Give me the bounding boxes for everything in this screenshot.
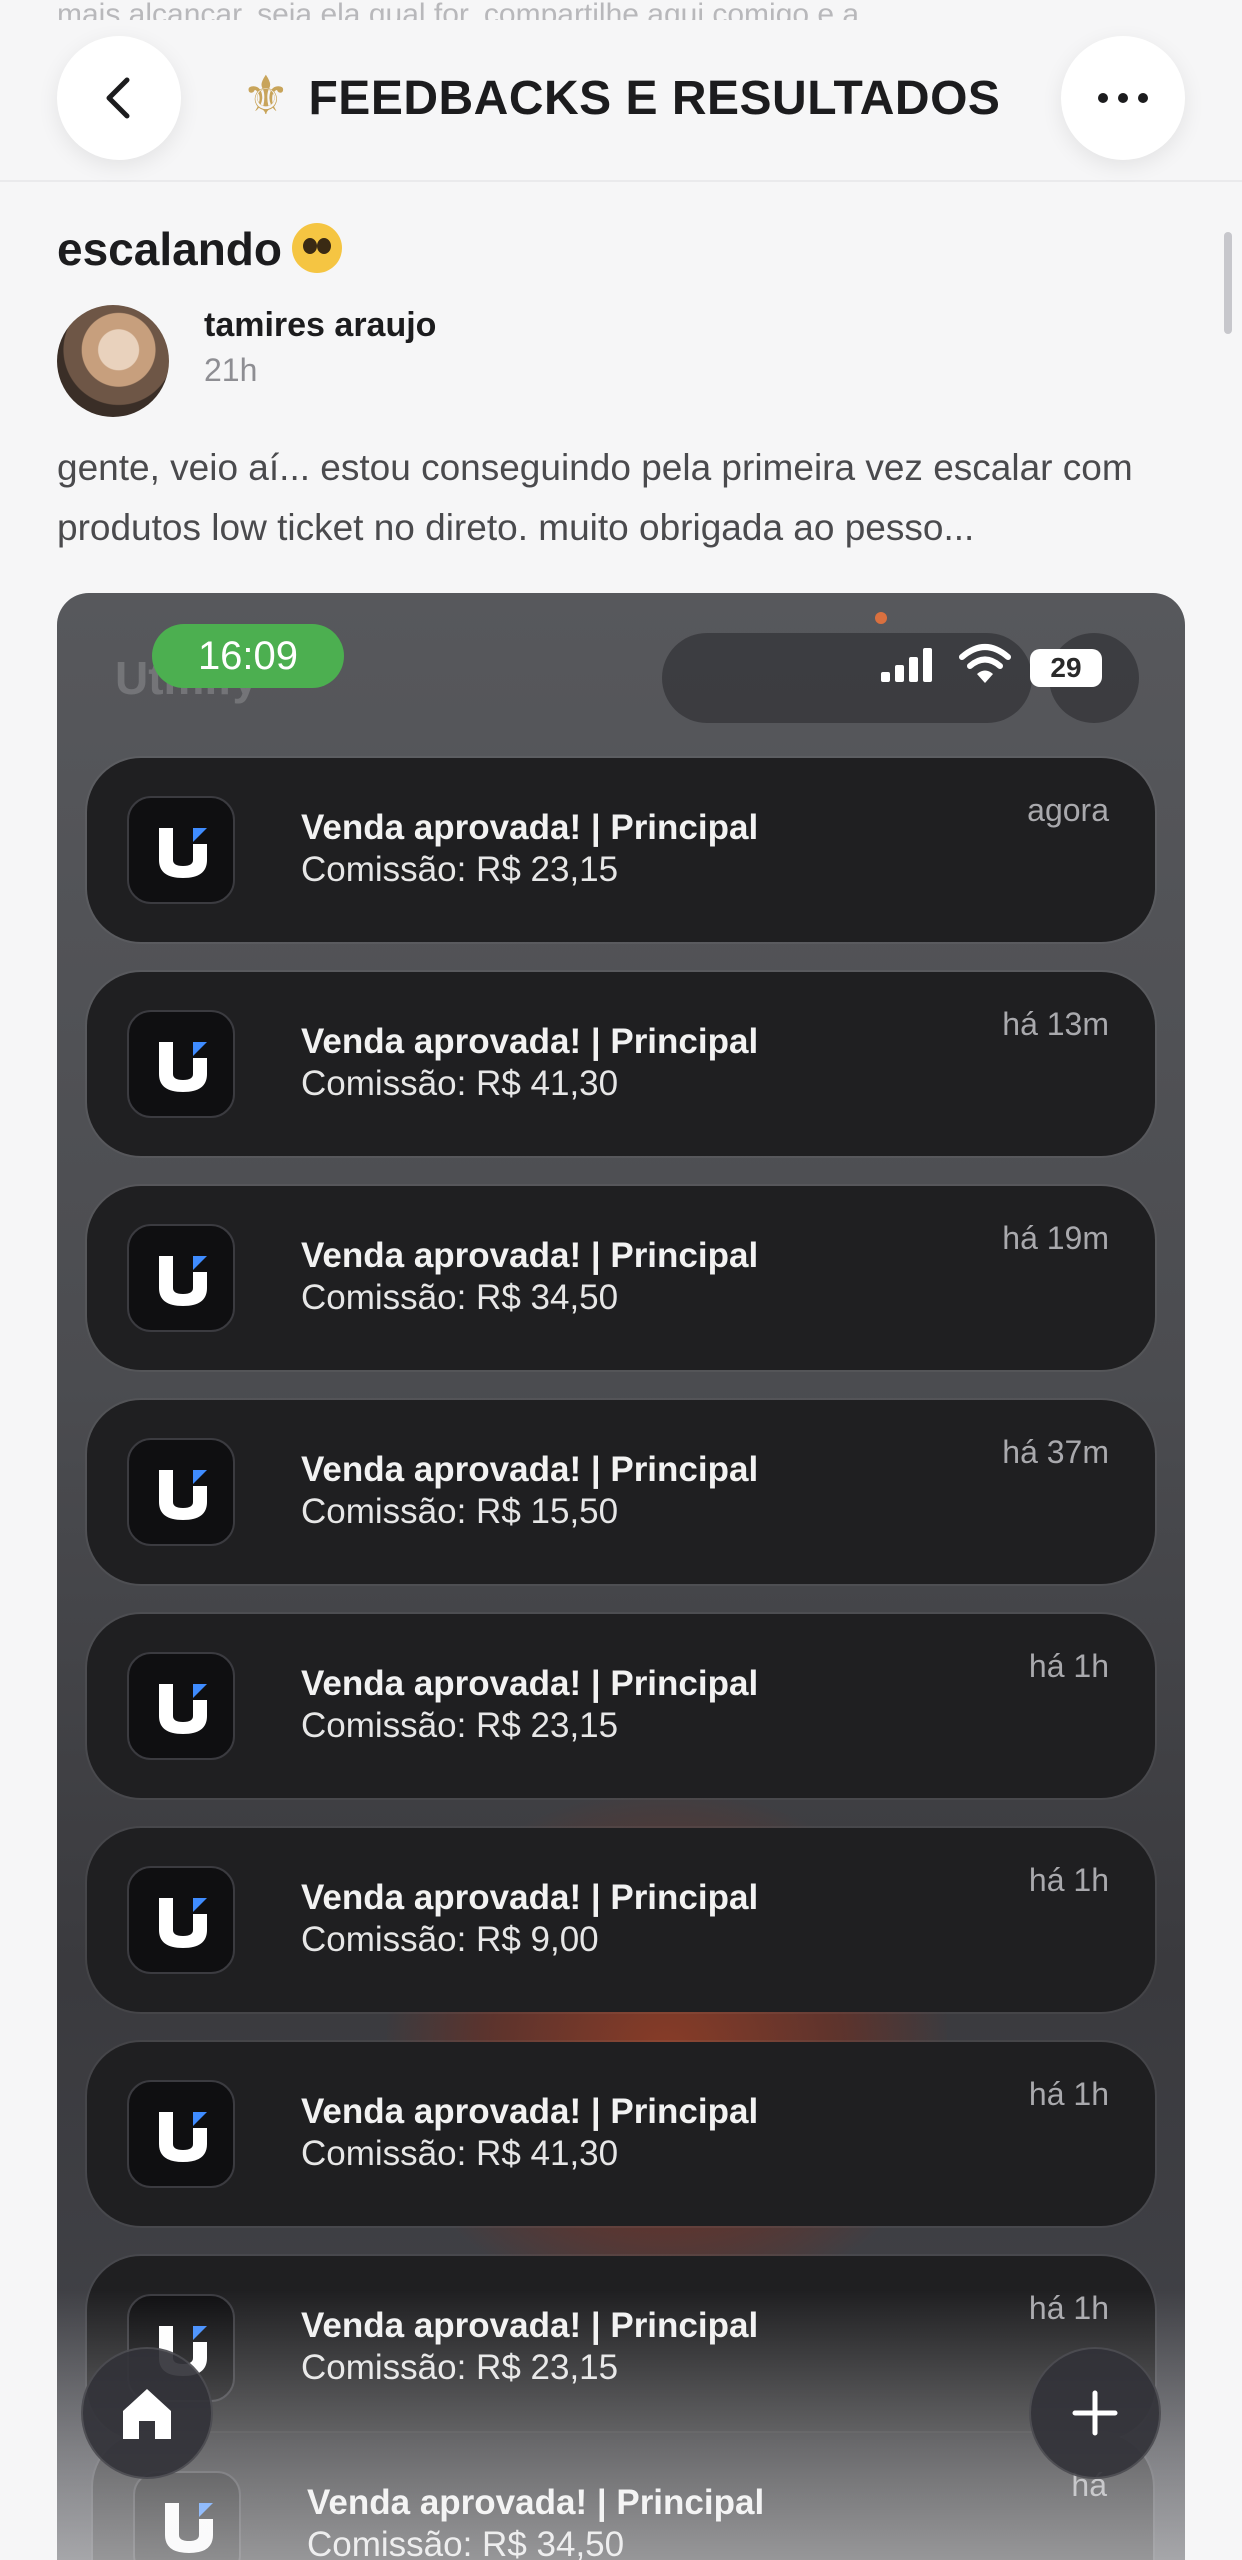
notification-time: agora <box>1027 792 1109 828</box>
post-body[interactable]: gente, veio aí... estou conseguindo pela… <box>57 438 1187 558</box>
notification-title: Venda aprovada! | Principal <box>301 1664 759 1703</box>
notification-card[interactable]: Venda aprovada! | Principal Comissão: R$ … <box>87 1186 1155 1370</box>
notification-title: Venda aprovada! | Principal <box>301 1450 759 1489</box>
notification-card[interactable]: Venda aprovada! | Principal Comissão: R$ … <box>87 2042 1155 2226</box>
utmify-logo-icon <box>159 828 207 878</box>
post-time: 21h <box>204 352 258 388</box>
pleading-face-emoji <box>292 223 342 273</box>
phone-status-bar: Utmify 16:09 29 <box>57 593 1185 723</box>
top-nav-bar: ⚜ FEEDBACKS E RESULTADOS <box>0 20 1242 182</box>
notification-time: há 1h <box>1028 1648 1109 1684</box>
notification-commission: Comissão: R$ 23,15 <box>301 2348 619 2387</box>
utmify-logo-icon <box>165 2503 213 2553</box>
notification-card[interactable]: Venda aprovada! | Principal Comissão: R$ … <box>93 2433 1153 2560</box>
notification-card[interactable]: Venda aprovada! | Principal Comissão: R$ … <box>87 2256 1155 2440</box>
utmify-app-icon <box>127 796 235 904</box>
notification-time: há 37m <box>1002 1434 1109 1470</box>
utmify-logo-icon <box>159 1898 207 1948</box>
notification-time: há 19m <box>1002 1220 1109 1256</box>
notification-commission: Comissão: R$ 23,15 <box>301 1706 619 1745</box>
notification-card[interactable]: Venda aprovada! | Principal Comissão: R$ … <box>87 1400 1155 1584</box>
ellipsis-icon <box>1098 93 1148 103</box>
signal-icon <box>881 648 932 682</box>
notification-title: Venda aprovada! | Principal <box>301 2306 759 2345</box>
utmify-logo-icon <box>159 1684 207 1734</box>
utmify-logo-icon <box>159 1042 207 1092</box>
utmify-app-icon <box>133 2471 241 2560</box>
post-title: escalando <box>57 222 342 276</box>
author-avatar[interactable] <box>57 305 169 417</box>
notification-commission: Comissão: R$ 23,15 <box>301 850 619 889</box>
notification-card[interactable]: Venda aprovada! | Principal Comissão: R$ … <box>87 972 1155 1156</box>
notification-time: há 1h <box>1028 1862 1109 1898</box>
notification-card[interactable]: Venda aprovada! | Principal Comissão: R$ … <box>87 1828 1155 2012</box>
page-title-text: FEEDBACKS E RESULTADOS <box>308 72 1001 125</box>
utmify-logo-icon <box>159 2112 207 2162</box>
utmify-app-icon <box>127 1010 235 1118</box>
more-options-button[interactable] <box>1061 36 1185 160</box>
notification-title: Venda aprovada! | Principal <box>301 1022 759 1061</box>
scrollbar[interactable] <box>1224 232 1232 334</box>
utmify-logo-icon <box>159 1256 207 1306</box>
post-image[interactable]: Utmify 16:09 29 Venda aprovada! | Princi… <box>57 593 1185 2560</box>
notification-commission: Comissão: R$ 41,30 <box>301 1064 619 1103</box>
add-post-button[interactable] <box>1029 2347 1161 2479</box>
utmify-logo-icon <box>159 1470 207 1520</box>
author-name[interactable]: tamires araujo <box>204 306 436 345</box>
post-title-text: escalando <box>57 223 282 275</box>
plus-icon <box>1072 2390 1118 2436</box>
utmify-app-icon <box>127 1224 235 1332</box>
notification-time: há 13m <box>1002 1006 1109 1042</box>
wifi-icon <box>959 644 1011 683</box>
status-clock: 16:09 <box>152 624 344 688</box>
utmify-app-icon <box>127 1652 235 1760</box>
notification-commission: Comissão: R$ 41,30 <box>301 2134 619 2173</box>
notification-title: Venda aprovada! | Principal <box>301 808 759 847</box>
notification-title: Venda aprovada! | Principal <box>301 1878 759 1917</box>
notification-title: Venda aprovada! | Principal <box>307 2483 765 2522</box>
page-title: ⚜ FEEDBACKS E RESULTADOS <box>0 64 1242 127</box>
home-icon <box>123 2389 171 2439</box>
notification-commission: Comissão: R$ 34,50 <box>307 2525 625 2560</box>
notification-card[interactable]: Venda aprovada! | Principal Comissão: R$ … <box>87 758 1155 942</box>
notification-commission: Comissão: R$ 9,00 <box>301 1920 599 1959</box>
privacy-indicator-dot <box>875 612 887 624</box>
utmify-app-icon <box>127 1866 235 1974</box>
notification-time: há 1h <box>1028 2290 1109 2326</box>
notification-title: Venda aprovada! | Principal <box>301 1236 759 1275</box>
notification-title: Venda aprovada! | Principal <box>301 2092 759 2131</box>
notification-time: há 1h <box>1028 2076 1109 2112</box>
notification-commission: Comissão: R$ 15,50 <box>301 1492 619 1531</box>
home-button[interactable] <box>81 2347 213 2479</box>
notification-commission: Comissão: R$ 34,50 <box>301 1278 619 1317</box>
battery-indicator: 29 <box>1030 649 1102 687</box>
fleur-de-lis-icon: ⚜ <box>241 66 291 126</box>
utmify-app-icon <box>127 2080 235 2188</box>
utmify-app-icon <box>127 1438 235 1546</box>
notification-card[interactable]: Venda aprovada! | Principal Comissão: R$ … <box>87 1614 1155 1798</box>
